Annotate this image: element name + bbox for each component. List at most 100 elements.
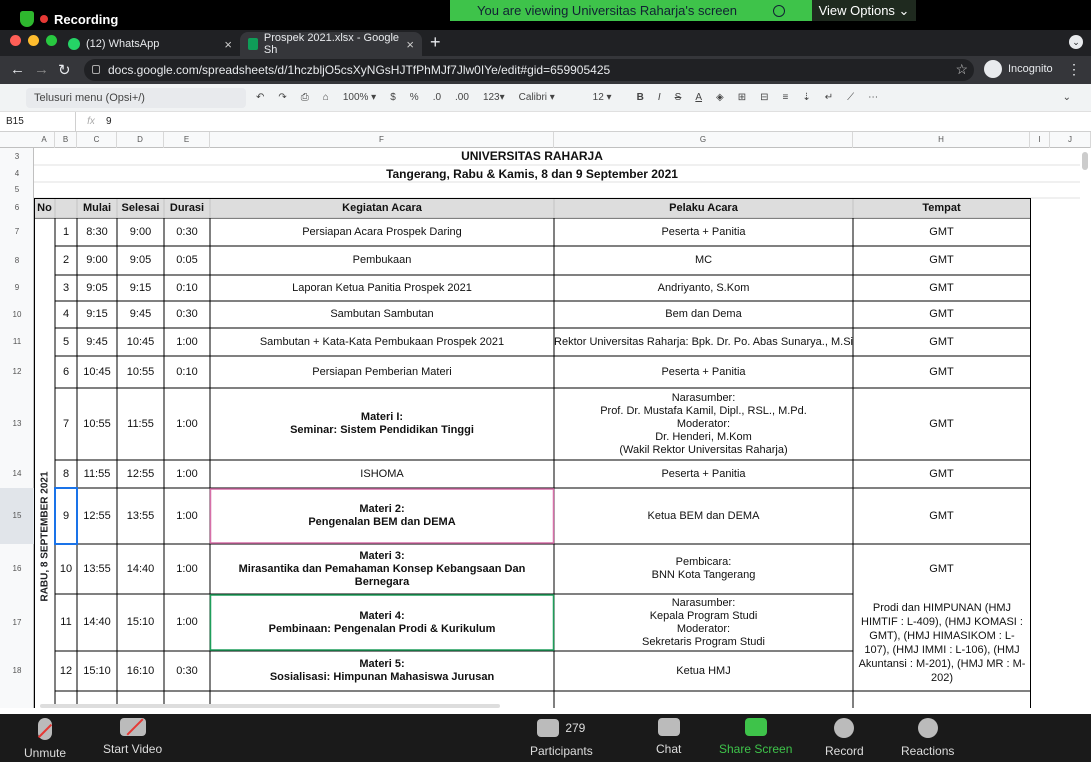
table-cell-durasi[interactable]: 0:30: [164, 218, 210, 246]
table-cell-kegiatan[interactable]: Materi 2: Pengenalan BEM dan DEMA: [210, 488, 554, 544]
table-cell-mulai[interactable]: 10:55: [77, 388, 117, 460]
column-header[interactable]: G: [554, 132, 853, 148]
close-tab-icon[interactable]: ×: [406, 37, 414, 52]
reactions-button[interactable]: Reactions: [901, 718, 954, 758]
merge-icon[interactable]: ⊟: [760, 92, 768, 103]
table-cell-kegiatan[interactable]: Laporan Ketua Panitia Prospek 2021: [210, 275, 554, 301]
table-cell-pelaku[interactable]: MC: [554, 246, 853, 275]
table-cell-no[interactable]: 3: [55, 275, 77, 301]
table-cell-kegiatan[interactable]: ISHOMA: [210, 460, 554, 488]
valign-icon[interactable]: ⇣: [802, 92, 810, 103]
rotate-icon[interactable]: ⟋: [847, 92, 854, 103]
table-cell-no[interactable]: 12: [55, 651, 77, 691]
tab-search-icon[interactable]: ⌄: [1069, 35, 1083, 49]
name-box[interactable]: B15: [0, 112, 76, 131]
fill-color-icon[interactable]: ◈: [716, 92, 724, 103]
horizontal-scrollbar[interactable]: [40, 704, 500, 708]
maximize-window-icon[interactable]: [46, 35, 57, 46]
view-options-button[interactable]: View Options ⌄: [812, 0, 916, 21]
table-cell-kegiatan[interactable]: Persiapan Acara Prospek Daring: [210, 218, 554, 246]
table-cell-mulai[interactable]: 10:45: [77, 356, 117, 388]
table-cell-kegiatan[interactable]: Materi I: Seminar: Sistem Pendidikan Ting…: [210, 388, 554, 460]
table-cell-no[interactable]: 4: [55, 301, 77, 328]
table-cell-tempat[interactable]: GMT: [853, 388, 1030, 460]
more-tools-icon[interactable]: ⋯: [868, 92, 878, 103]
column-header[interactable]: A: [34, 132, 55, 148]
table-cell-mulai[interactable]: 13:55: [77, 544, 117, 594]
table-cell-tempat[interactable]: GMT: [853, 328, 1030, 356]
tab-sheets[interactable]: Prospek 2021.xlsx - Google Sh ×: [240, 32, 422, 56]
table-cell-selesai[interactable]: 12:55: [117, 460, 164, 488]
column-header[interactable]: E: [164, 132, 210, 148]
unmute-button[interactable]: Unmute: [24, 718, 66, 760]
table-cell-pelaku[interactable]: Peserta + Panitia: [554, 218, 853, 246]
share-screen-button[interactable]: Share Screen: [719, 718, 792, 756]
table-cell-kegiatan[interactable]: Sambutan + Kata-Kata Pembukaan Prospek 2…: [210, 328, 554, 356]
table-cell-pelaku[interactable]: Peserta + Panitia: [554, 460, 853, 488]
table-cell-durasi[interactable]: 0:30: [164, 651, 210, 691]
tab-whatsapp[interactable]: (12) WhatsApp ×: [60, 32, 240, 56]
more-menu-icon[interactable]: ⋮: [1067, 61, 1081, 78]
decrease-decimal-button[interactable]: .0: [433, 92, 441, 103]
percent-button[interactable]: %: [410, 92, 419, 103]
strikethrough-icon[interactable]: S: [675, 92, 682, 103]
table-cell-mulai[interactable]: 9:45: [77, 328, 117, 356]
table-cell-no[interactable]: 8: [55, 460, 77, 488]
table-cell-tempat[interactable]: GMT: [853, 356, 1030, 388]
table-cell-no[interactable]: 1: [55, 218, 77, 246]
table-cell-pelaku[interactable]: Pembicara: BNN Kota Tangerang: [554, 544, 853, 594]
table-cell-selesai[interactable]: 15:10: [117, 594, 164, 651]
column-header[interactable]: B: [55, 132, 77, 148]
chat-button[interactable]: Chat: [656, 718, 681, 756]
currency-button[interactable]: $: [390, 92, 396, 103]
column-header[interactable]: F: [210, 132, 554, 148]
address-bar[interactable]: docs.google.com/spreadsheets/d/1hczbljO5…: [84, 59, 974, 81]
column-header[interactable]: J: [1050, 132, 1091, 148]
table-cell-no[interactable]: 2: [55, 246, 77, 275]
table-cell-pelaku[interactable]: Ketua HMJ: [554, 651, 853, 691]
wrap-icon[interactable]: ↵: [825, 92, 833, 103]
table-cell-durasi[interactable]: 1:00: [164, 488, 210, 544]
table-cell-durasi[interactable]: 1:00: [164, 460, 210, 488]
undo-icon[interactable]: ↶: [256, 92, 264, 103]
zoom-select[interactable]: 100% ▾: [343, 92, 376, 103]
table-cell-kegiatan[interactable]: Persiapan Pemberian Materi: [210, 356, 554, 388]
menu-search-input[interactable]: Telusuri menu (Opsi+/): [26, 88, 246, 108]
align-icon[interactable]: ≡: [783, 92, 789, 103]
forward-icon[interactable]: →: [34, 61, 49, 78]
table-cell-durasi[interactable]: 0:10: [164, 275, 210, 301]
redo-icon[interactable]: ↷: [278, 92, 286, 103]
table-cell-durasi[interactable]: 1:00: [164, 594, 210, 651]
number-format-select[interactable]: 123▾: [483, 92, 505, 103]
table-cell-mulai[interactable]: 15:10: [77, 651, 117, 691]
column-header[interactable]: D: [117, 132, 164, 148]
tempat-merged-cell[interactable]: Prodi dan HIMPUNAN (HMJ HIMTIF : L-409),…: [854, 594, 1030, 691]
incognito-badge[interactable]: Incognito: [984, 60, 1053, 78]
table-cell-no[interactable]: 10: [55, 544, 77, 594]
table-cell-no[interactable]: 5: [55, 328, 77, 356]
table-cell-mulai[interactable]: 12:55: [77, 488, 117, 544]
table-cell-no[interactable]: 11: [55, 594, 77, 651]
table-cell-pelaku[interactable]: Andriyanto, S.Kom: [554, 275, 853, 301]
record-button[interactable]: Record: [825, 718, 864, 758]
table-cell-mulai[interactable]: 8:30: [77, 218, 117, 246]
table-cell-durasi[interactable]: 1:00: [164, 544, 210, 594]
participants-button[interactable]: 279 Participants: [530, 718, 593, 758]
table-cell-selesai[interactable]: 9:15: [117, 275, 164, 301]
table-cell-no[interactable]: 9: [55, 488, 77, 544]
print-icon[interactable]: ⎙: [301, 92, 309, 103]
table-cell-mulai[interactable]: 14:40: [77, 594, 117, 651]
collapse-menu-icon[interactable]: ⌄: [1063, 92, 1071, 103]
table-cell-tempat[interactable]: GMT: [853, 460, 1030, 488]
table-cell-tempat[interactable]: GMT: [853, 246, 1030, 275]
borders-icon[interactable]: ⊞: [738, 92, 746, 103]
reload-icon[interactable]: ↻: [58, 61, 71, 79]
table-cell-kegiatan[interactable]: Materi 5: Sosialisasi: Himpunan Mahasiswa…: [210, 651, 554, 691]
back-icon[interactable]: ←: [10, 61, 25, 78]
table-cell-selesai[interactable]: 9:05: [117, 246, 164, 275]
column-header[interactable]: I: [1030, 132, 1050, 148]
table-cell-kegiatan[interactable]: Materi 3: Mirasantika dan Pemahaman Konse…: [210, 544, 554, 594]
new-tab-icon[interactable]: +: [430, 32, 441, 53]
column-header[interactable]: C: [77, 132, 117, 148]
column-header[interactable]: H: [853, 132, 1030, 148]
